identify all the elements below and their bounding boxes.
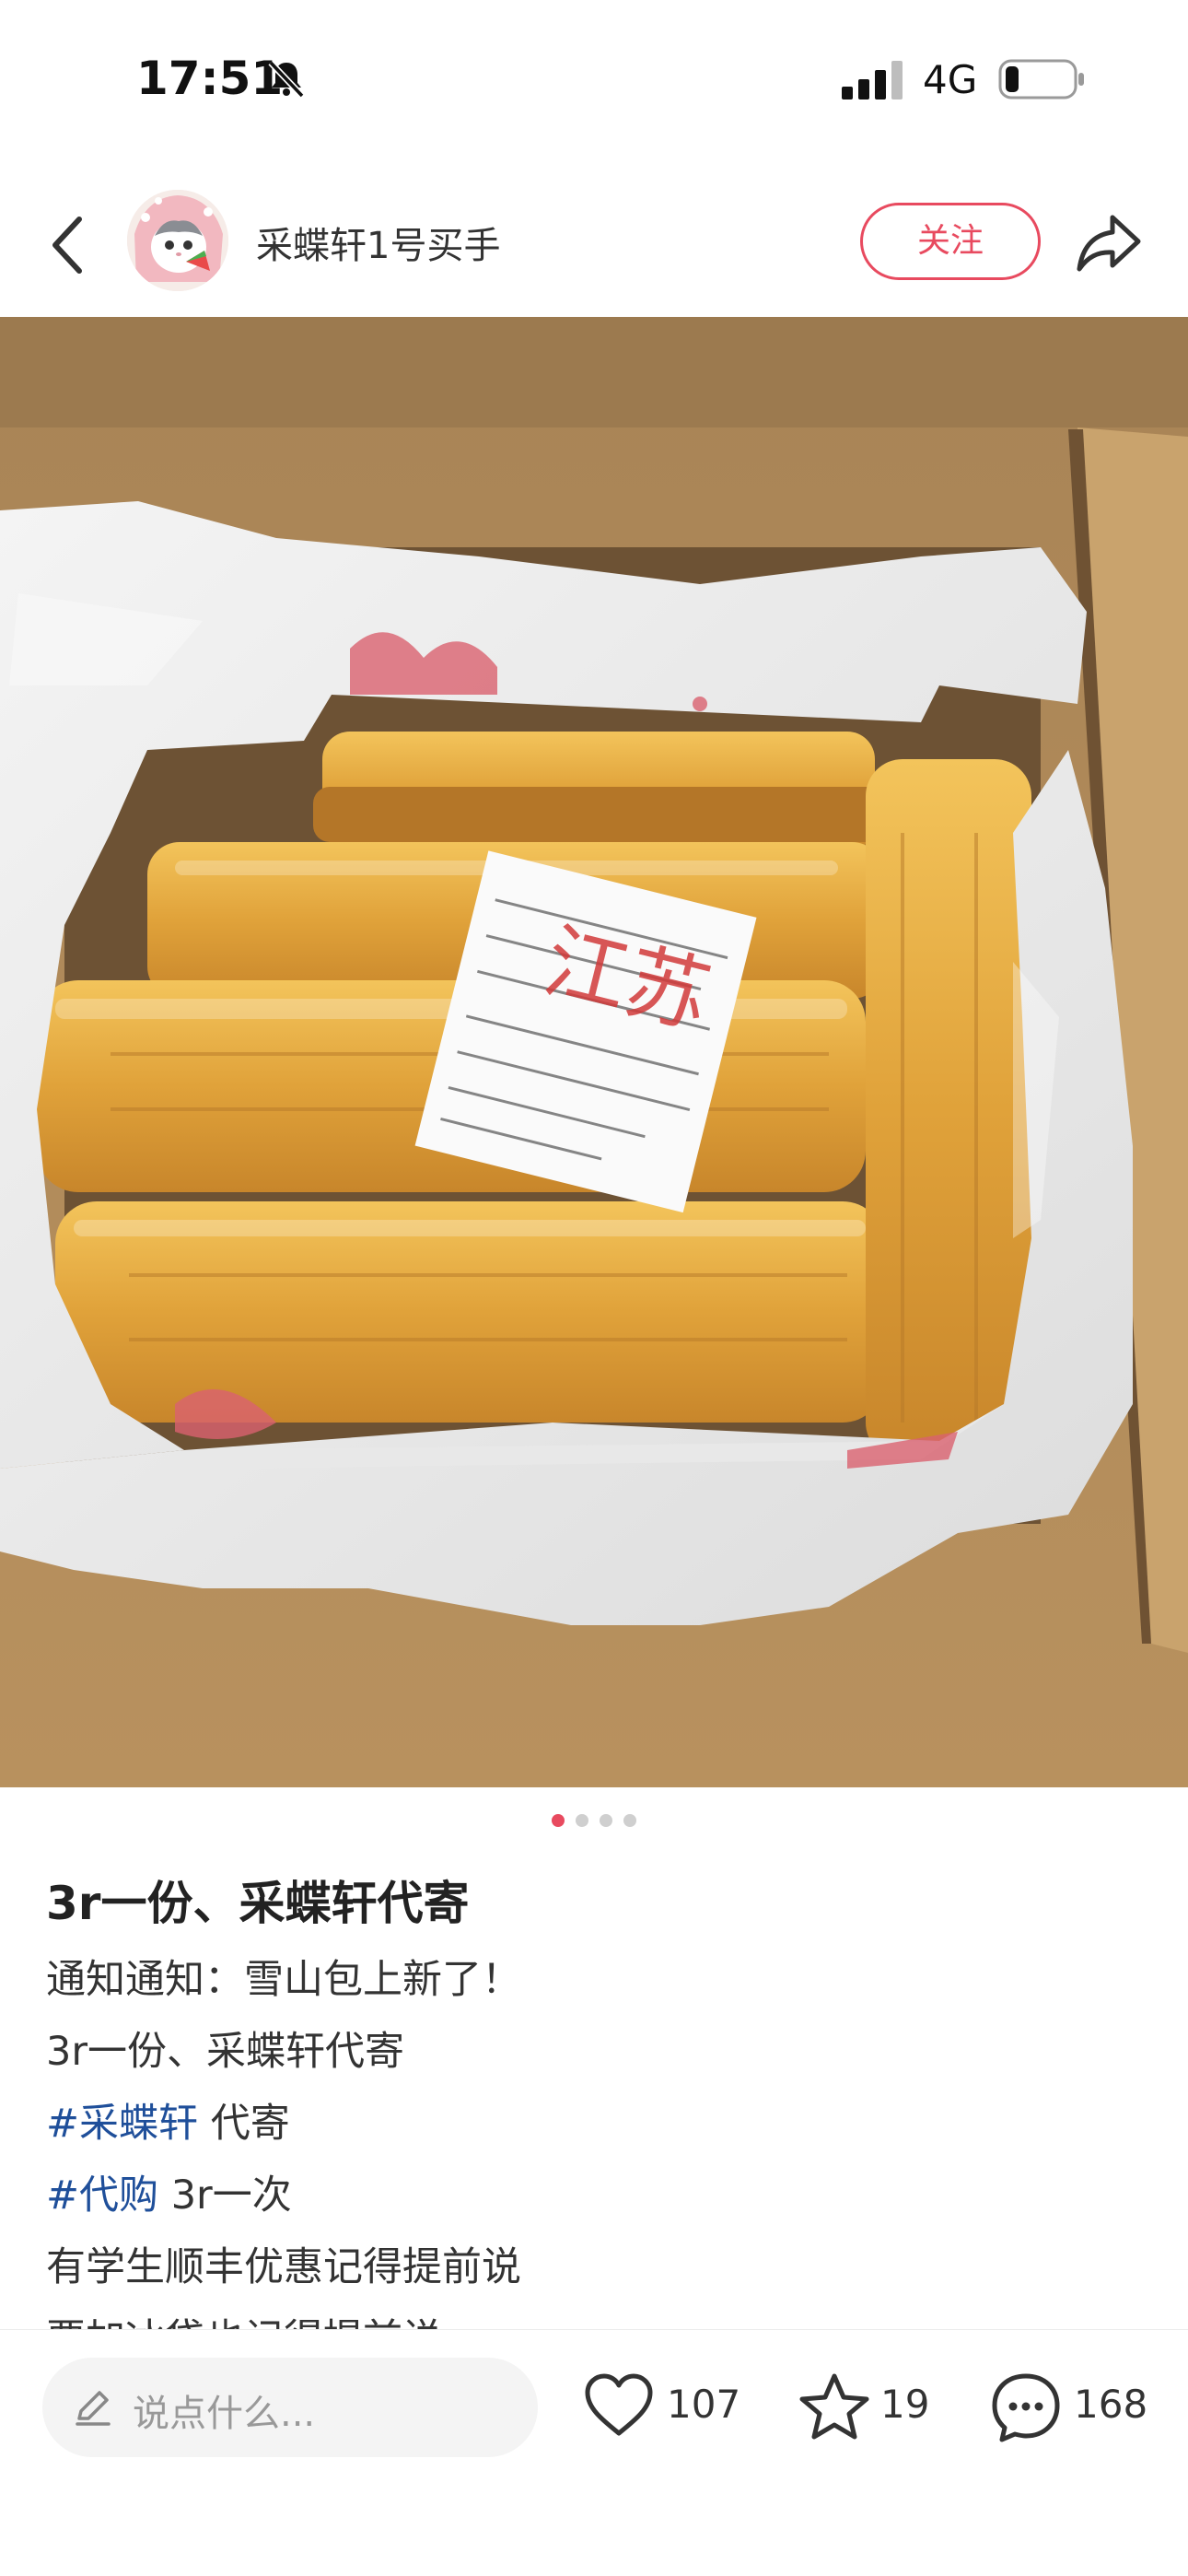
- note-line: 通知通知：雪山包上新了！: [46, 1944, 1142, 2016]
- battery-icon: [998, 59, 1084, 100]
- comment-button[interactable]: 168: [989, 2365, 1155, 2448]
- image-pager: [0, 1813, 1188, 1832]
- pager-dot-2[interactable]: [576, 1814, 588, 1827]
- comment-count: 168: [1074, 2382, 1148, 2427]
- pencil-icon: [76, 2391, 111, 2426]
- heart-icon: [585, 2373, 653, 2436]
- share-icon[interactable]: [1074, 208, 1144, 278]
- bell-muted-icon: [268, 60, 305, 99]
- comment-input[interactable]: 说点什么...: [42, 2358, 538, 2457]
- post-photo[interactable]: 江苏: [0, 317, 1188, 1787]
- status-bar: 17:51 4G: [0, 0, 1188, 157]
- hashtag-link[interactable]: #代购: [46, 2172, 158, 2219]
- hashtag-link[interactable]: #采蝶轩: [46, 2101, 198, 2147]
- pager-dot-3[interactable]: [600, 1814, 612, 1827]
- collect-button[interactable]: 19: [798, 2365, 936, 2448]
- signal-icon: [842, 61, 903, 100]
- like-button[interactable]: 107: [582, 2365, 741, 2448]
- note-title: 3r一份、采蝶轩代寄: [46, 1877, 470, 1930]
- note-detail-page: 17:51 4G 采蝶轩1号买手 关注 江苏 3r一份、采蝶轩代寄 通知通知：雪…: [0, 0, 1188, 2576]
- note-header: 采蝶轩1号买手 关注: [0, 175, 1188, 313]
- pager-dot-4[interactable]: [623, 1814, 636, 1827]
- note-line: #采蝶轩 代寄: [46, 2088, 1142, 2160]
- back-icon[interactable]: [44, 212, 92, 278]
- author-name[interactable]: 采蝶轩1号买手: [256, 216, 500, 269]
- note-text: 有学生顺丰优惠记得提前说: [46, 2244, 521, 2290]
- note-text: 代寄: [198, 2101, 290, 2147]
- note-line: 有学生顺丰优惠记得提前说: [46, 2231, 1142, 2303]
- network-label: 4G: [923, 57, 978, 102]
- note-body: 通知通知：雪山包上新了！ 3r一份、采蝶轩代寄 #采蝶轩 代寄 #代购 3r一次…: [46, 1944, 1142, 2331]
- note-line: #代购 3r一次: [46, 2160, 1142, 2231]
- note-text: 3r一次: [158, 2172, 292, 2219]
- avatar[interactable]: [127, 190, 228, 291]
- status-time: 17:51: [136, 52, 284, 105]
- like-count: 107: [667, 2382, 741, 2427]
- note-text: 3r一份、采蝶轩代寄: [46, 2029, 405, 2075]
- collect-count: 19: [880, 2382, 930, 2427]
- comment-bubble-icon: [992, 2373, 1060, 2442]
- note-line: 3r一份、采蝶轩代寄: [46, 2016, 1142, 2088]
- comment-placeholder: 说点什么...: [133, 2393, 316, 2435]
- note-text: 通知通知：雪山包上新了！: [46, 1957, 521, 2003]
- follow-button[interactable]: 关注: [860, 203, 1041, 280]
- note-line: 要加冰袋也记得提前说: [46, 2303, 1142, 2331]
- pager-dot-1[interactable]: [552, 1814, 565, 1827]
- star-icon: [799, 2373, 869, 2440]
- bottom-action-bar: 说点什么... 107 19 168: [0, 2329, 1188, 2576]
